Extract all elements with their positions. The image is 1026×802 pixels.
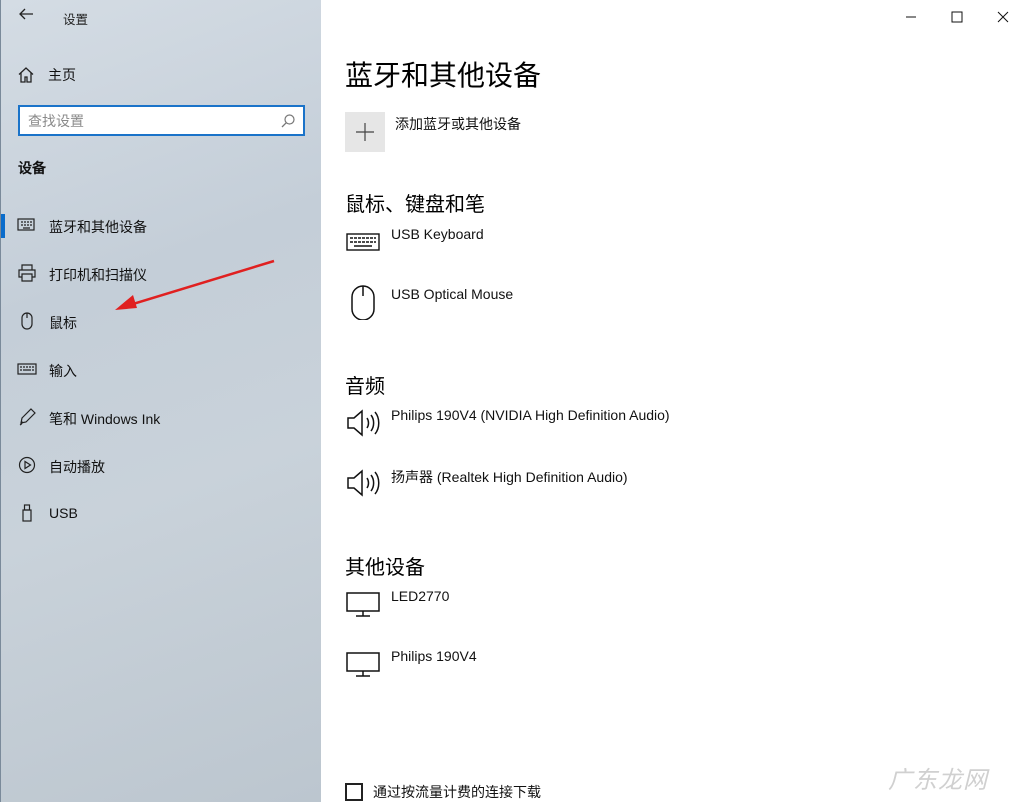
sidebar-item-label: 蓝牙和其他设备 xyxy=(49,219,147,235)
add-device-tile[interactable] xyxy=(345,112,385,152)
device-item[interactable]: LED2770 xyxy=(345,586,1005,634)
app-title: 设置 xyxy=(63,13,89,27)
watermark: 广东龙网 xyxy=(888,767,988,794)
minimize-button[interactable] xyxy=(888,0,934,34)
pen-icon xyxy=(19,408,36,426)
content-pane: 蓝牙和其他设备 添加蓝牙或其他设备 鼠标、键盘和笔 USB Keyboard U… xyxy=(321,0,1026,802)
metered-download-checkbox[interactable] xyxy=(345,783,363,801)
sidebar-item-label: 鼠标 xyxy=(49,315,77,331)
close-icon xyxy=(997,11,1009,23)
monitor-icon xyxy=(346,652,380,677)
sidebar-item-pen[interactable]: 笔和 Windows Ink xyxy=(1,394,322,442)
device-name: 扬声器 (Realtek High Definition Audio) xyxy=(391,469,628,485)
title-bar-left: 设置 xyxy=(1,0,322,34)
sidebar-item-mouse[interactable]: 鼠标 xyxy=(1,298,322,346)
search-icon[interactable] xyxy=(280,113,296,129)
keyboard-icon xyxy=(346,233,380,251)
bluetooth-devices-icon xyxy=(17,218,35,231)
keyboard-icon xyxy=(17,363,37,375)
maximize-icon xyxy=(951,11,963,23)
device-item[interactable]: Philips 190V4 (NVIDIA High Definition Au… xyxy=(345,405,1005,453)
mouse-icon xyxy=(351,285,375,320)
close-button[interactable] xyxy=(980,0,1026,34)
metered-download-option[interactable]: 通过按流量计费的连接下载 xyxy=(345,782,541,802)
sidebar-item-label: USB xyxy=(49,505,78,521)
sidebar-item-label: 自动播放 xyxy=(49,459,105,475)
device-name: USB Optical Mouse xyxy=(391,286,514,302)
minimize-icon xyxy=(906,16,916,18)
search-box[interactable] xyxy=(18,105,305,136)
group-title-input-devices: 鼠标、键盘和笔 xyxy=(345,194,485,216)
device-item[interactable]: USB Optical Mouse xyxy=(345,284,1005,332)
group-title-other-devices: 其他设备 xyxy=(345,557,425,579)
device-item[interactable]: Philips 190V4 xyxy=(345,646,1005,694)
speaker-icon xyxy=(347,469,380,497)
group-title-audio: 音频 xyxy=(345,376,385,398)
sidebar-item-printers[interactable]: 打印机和扫描仪 xyxy=(1,250,322,298)
sidebar-item-bluetooth[interactable]: 蓝牙和其他设备 xyxy=(1,202,322,250)
device-name: USB Keyboard xyxy=(391,226,484,242)
sidebar-item-typing[interactable]: 输入 xyxy=(1,346,322,394)
sidebar-item-label: 输入 xyxy=(49,363,77,379)
autoplay-icon xyxy=(18,456,36,474)
home-icon xyxy=(18,67,34,83)
metered-download-label: 通过按流量计费的连接下载 xyxy=(373,784,541,800)
nav-list: 蓝牙和其他设备 打印机和扫描仪 鼠标 输入 笔和 Windows Ink 自动播… xyxy=(1,202,322,538)
search-input[interactable] xyxy=(20,108,278,133)
sidebar-item-usb[interactable]: USB xyxy=(1,490,322,538)
device-name: Philips 190V4 xyxy=(391,648,477,664)
back-button[interactable] xyxy=(15,6,37,28)
home-nav-item[interactable]: 主页 xyxy=(17,64,76,86)
plus-icon xyxy=(356,123,374,141)
back-arrow-icon xyxy=(19,8,33,20)
monitor-icon xyxy=(346,592,380,617)
sidebar-item-autoplay[interactable]: 自动播放 xyxy=(1,442,322,490)
device-name: LED2770 xyxy=(391,588,450,604)
usb-icon xyxy=(22,504,32,522)
section-heading: 设备 xyxy=(18,160,46,176)
home-label: 主页 xyxy=(48,67,76,83)
device-item[interactable]: USB Keyboard xyxy=(345,224,1005,272)
add-device-label: 添加蓝牙或其他设备 xyxy=(395,116,521,132)
sidebar-item-label: 打印机和扫描仪 xyxy=(49,267,147,283)
mouse-icon xyxy=(21,312,33,330)
add-device-button[interactable]: 添加蓝牙或其他设备 xyxy=(345,112,521,152)
device-item[interactable]: 扬声器 (Realtek High Definition Audio) xyxy=(345,465,1005,513)
page-title: 蓝牙和其他设备 xyxy=(345,60,542,91)
speaker-icon xyxy=(347,409,380,437)
printer-icon xyxy=(18,264,36,282)
navigation-pane: 设置 主页 设备 蓝牙和其他设备 打印机和扫描仪 鼠标 输入 笔和 Window… xyxy=(0,0,321,802)
device-name: Philips 190V4 (NVIDIA High Definition Au… xyxy=(391,407,670,423)
maximize-button[interactable] xyxy=(934,0,980,34)
sidebar-item-label: 笔和 Windows Ink xyxy=(49,411,161,427)
window-controls xyxy=(888,0,1026,34)
